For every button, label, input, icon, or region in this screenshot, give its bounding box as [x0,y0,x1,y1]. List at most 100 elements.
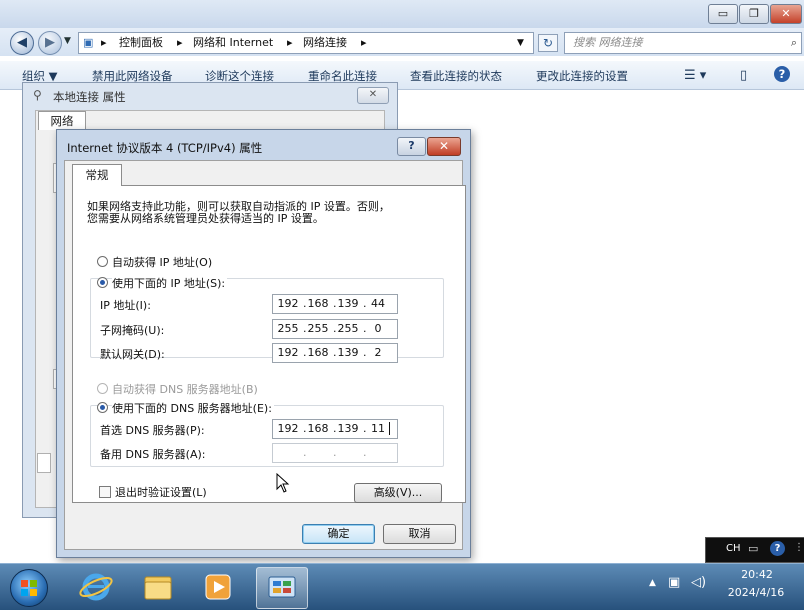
language-help-icon[interactable]: ? [770,541,785,556]
octet[interactable]: 255 [307,320,329,338]
octet[interactable]: 255 [277,320,299,338]
network-control-panel-icon [268,576,296,598]
breadcrumb-network-connections[interactable]: 网络连接 [303,33,347,53]
address-dropdown-icon[interactable]: ▼ [517,33,524,53]
ipv4-dialog-title: Internet 协议版本 4 (TCP/IPv4) 属性 [67,141,263,155]
minimize-button[interactable]: ▭ [708,4,738,24]
alternate-dns-label: 备用 DNS 服务器(A): [100,448,206,461]
octet[interactable]: 192 [277,295,299,313]
subnet-mask-field[interactable]: 255. 255. 255. 0 [272,319,398,339]
taskbar-media-player[interactable] [196,567,240,607]
octet[interactable]: 168 [307,344,329,362]
advanced-button[interactable]: 高级(V)... [354,483,442,503]
ipv4-close-button[interactable]: ✕ [427,137,461,156]
subnet-mask-label: 子网掩码(U): [100,324,165,337]
auto-ip-label[interactable]: 自动获得 IP 地址(O) [112,254,212,270]
breadcrumb-sep-icon[interactable]: ▸ [177,33,183,53]
octet[interactable]: 11 [367,420,389,438]
help-button[interactable]: ? [397,137,426,156]
ok-button[interactable]: 确定 [302,524,375,544]
control-panel-icon: ▣ [83,36,94,49]
octet[interactable]: 139 [337,344,359,362]
network-tray-icon[interactable]: ▣ [668,575,680,590]
manual-ip-label[interactable]: 使用下面的 IP 地址(S): [112,275,228,291]
octet[interactable]: 2 [367,344,389,362]
view-status-command[interactable]: 查看此连接的状态 [410,68,502,84]
default-gateway-field[interactable]: 192. 168. 139. 2 [272,343,398,363]
cancel-button[interactable]: 取消 [383,524,456,544]
auto-dns-label[interactable]: 自动获得 DNS 服务器地址(B) [112,381,258,397]
clock-time[interactable]: 20:42 [727,568,787,581]
language-indicator[interactable]: CH [726,543,741,554]
back-icon[interactable]: ◀ [10,31,34,55]
windows-logo-icon [21,580,37,596]
maximize-button[interactable]: ❐ [739,4,769,24]
address-bar-row: ◀ ▶ ▼ ▣ ▸ 控制面板 ▸ 网络和 Internet ▸ 网络连接 ▸ ▼… [0,28,804,56]
lan-dialog-title: 本地连接 属性 [53,90,126,104]
validate-label[interactable]: 退出时验证设置(L) [115,484,207,500]
folder-icon [144,576,172,600]
manual-dns-label[interactable]: 使用下面的 DNS 服务器地址(E): [112,400,274,416]
octet[interactable]: 192 [277,420,299,438]
default-gateway-label: 默认网关(D): [100,348,165,361]
mouse-cursor-icon [276,473,290,493]
octet[interactable]: 0 [367,320,389,338]
ip-address-label: IP 地址(I): [100,299,151,312]
search-icon[interactable]: ⌕ [791,33,797,53]
description-box [37,453,51,473]
manual-ip-radio[interactable] [97,277,108,288]
volume-icon[interactable]: ◁) [691,575,706,590]
breadcrumb-sep-icon[interactable]: ▸ [101,33,107,53]
keyboard-icon[interactable]: ▭ [748,542,758,555]
octet[interactable]: 168 [307,420,329,438]
breadcrumb-network-internet[interactable]: 网络和 Internet [193,33,273,53]
breadcrumb-sep-icon[interactable]: ▸ [287,33,293,53]
octet[interactable]: 255 [337,320,359,338]
breadcrumb-control-panel[interactable]: 控制面板 [119,33,163,53]
manual-dns-radio[interactable] [97,402,108,413]
ipv4-properties-dialog: Internet 协议版本 4 (TCP/IPv4) 属性 ? ✕ 常规 如果网… [56,129,471,558]
search-input[interactable]: 搜索 网络连接 ⌕ [564,32,802,54]
start-button[interactable] [10,569,48,607]
language-bar: CH ▭ ? ⋮ [705,537,804,563]
preferred-dns-field[interactable]: 192. 168. 139. 11 [272,419,398,439]
general-tab-panel: 如果网络支持此功能，则可以获取自动指派的 IP 设置。否则， 您需要从网络系统管… [72,185,466,503]
tab-general[interactable]: 常规 [72,164,122,186]
help-icon[interactable]: ? [774,66,790,82]
taskbar: ▲ ▣ ◁) 20:42 2024/4/16 [0,563,804,610]
recent-pages-chevron-icon[interactable]: ▼ [64,36,71,46]
auto-dns-radio[interactable] [97,383,108,394]
internet-explorer-icon [79,573,113,601]
window-caption: ▭ ❐ ✕ [0,0,804,28]
octet[interactable]: 139 [337,295,359,313]
octet[interactable]: 192 [277,344,299,362]
media-player-icon [205,574,231,600]
octet[interactable]: 44 [367,295,389,313]
forward-icon[interactable]: ▶ [38,31,62,55]
tab-network[interactable]: 网络 [38,111,86,130]
view-options-icon[interactable]: ☰ ▾ [684,68,706,83]
clock-date[interactable]: 2024/4/16 [719,586,793,599]
window-close-button[interactable]: ✕ [770,4,802,24]
auto-ip-radio[interactable] [97,256,108,267]
lan-close-button[interactable]: ✕ [357,87,389,104]
change-settings-command[interactable]: 更改此连接的设置 [536,68,628,84]
ip-address-field[interactable]: 192. 168. 139. 44 [272,294,398,314]
preferred-dns-label: 首选 DNS 服务器(P): [100,424,205,437]
taskbar-explorer[interactable] [136,567,180,607]
taskbar-internet-explorer[interactable] [74,567,118,607]
breadcrumb-sep-icon[interactable]: ▸ [361,33,367,53]
octet[interactable]: 139 [337,420,359,438]
network-adapter-icon: ⚲ [33,88,42,102]
language-options-icon[interactable]: ⋮ [794,542,804,553]
octet[interactable]: 168 [307,295,329,313]
text-caret [389,422,390,435]
taskbar-network-connections[interactable] [256,567,308,609]
show-hidden-icons-icon[interactable]: ▲ [649,578,656,588]
refresh-icon[interactable]: ↻ [538,34,558,52]
address-field[interactable]: ▣ ▸ 控制面板 ▸ 网络和 Internet ▸ 网络连接 ▸ ▼ [78,32,534,54]
preview-pane-icon[interactable]: ▯ [740,68,747,83]
alternate-dns-field[interactable]: ... [272,443,398,463]
validate-checkbox[interactable] [99,486,111,498]
search-placeholder: 搜索 网络连接 [573,36,643,49]
